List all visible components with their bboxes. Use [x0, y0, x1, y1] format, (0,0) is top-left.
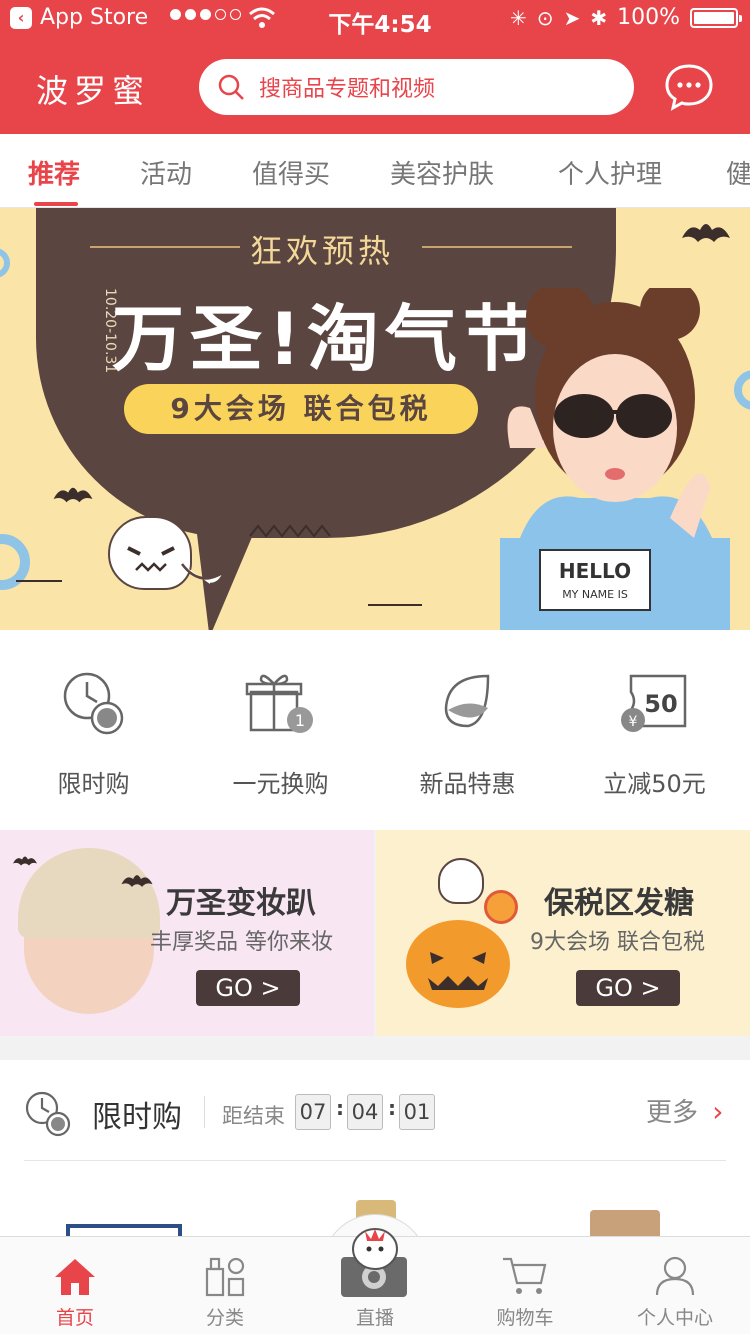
search-placeholder: 搜商品专题和视频	[259, 77, 436, 102]
tab-category[interactable]: 分类	[150, 1251, 300, 1330]
tab-live[interactable]: 直播	[300, 1228, 450, 1330]
quick-coupon[interactable]: 50 ¥ 立减50元	[561, 668, 748, 799]
more-label: 更多	[646, 1098, 699, 1128]
quick-label: 立减50元	[603, 770, 706, 798]
app-logo: 波罗蜜	[36, 72, 151, 110]
ghost-illustration	[438, 858, 484, 904]
cart-icon	[503, 1257, 547, 1294]
bat-icon	[13, 856, 37, 866]
battery-percent: 100%	[617, 5, 680, 30]
tab-health[interactable]: 健	[726, 154, 750, 191]
activity-icon: ✳	[510, 5, 527, 30]
pumpkin-illustration	[406, 920, 510, 1008]
countdown-minutes: 04	[347, 1094, 383, 1130]
tab-label: 首页	[55, 1307, 94, 1329]
clock-icon	[63, 672, 123, 735]
bat-icon	[682, 224, 730, 242]
tab-label: 个人中心	[636, 1307, 713, 1329]
halloween-banner[interactable]: 狂欢预热 10.20-10.31 万圣!淘气节 9大会场 联合包税 HELLO …	[0, 208, 750, 630]
banner-dash	[16, 580, 62, 582]
countdown-colon: :	[336, 1096, 344, 1120]
coupon-badge: 50	[644, 690, 677, 718]
svg-text:¥: ¥	[628, 714, 637, 730]
countdown-hours: 07	[295, 1094, 331, 1130]
status-bar: ‹ App Store 下午4:54 ✳ ⊙ ➤ ✱ 100%	[0, 0, 750, 40]
tab-activities[interactable]: 活动	[140, 154, 192, 191]
lollipop-illustration	[484, 890, 518, 924]
banner-subtitle: 狂欢预热	[250, 232, 395, 270]
active-tab-indicator	[34, 202, 78, 206]
ends-label: 距结束	[222, 1104, 285, 1128]
promo-card-makeup[interactable]: 万圣变妆趴 丰厚奖品 等你来妆 GO >	[0, 830, 374, 1036]
tab-recommend[interactable]: 推荐	[28, 154, 80, 191]
divider	[204, 1096, 205, 1128]
quick-label: 限时购	[57, 770, 130, 798]
tab-profile[interactable]: 个人中心	[600, 1251, 750, 1330]
banner-line-left	[90, 246, 240, 248]
bottom-tab-bar: 首页 分类 直播 购物车 个人中心	[0, 1228, 750, 1334]
leaf-icon	[444, 674, 489, 728]
quick-one-yuan[interactable]: 1 一元换购	[187, 668, 374, 799]
chevron-right-icon: ›	[712, 1095, 724, 1128]
bluetooth-icon: ✱	[590, 5, 608, 30]
category-tabs: 推荐 活动 值得买 美容护肤 个人护理 健	[0, 134, 750, 208]
coupon-icon: 50 ¥	[620, 674, 686, 732]
top-bar: ‹ App Store 下午4:54 ✳ ⊙ ➤ ✱ 100% 波罗蜜 搜商品专…	[0, 0, 750, 134]
ghost-tail	[181, 563, 227, 586]
bat-icon	[53, 487, 93, 503]
quick-flash-sale[interactable]: 限时购	[0, 668, 187, 799]
chat-icon[interactable]	[664, 62, 714, 112]
search-input[interactable]: 搜商品专题和视频	[199, 59, 634, 115]
banner-pill: 9大会场 联合包税	[124, 384, 478, 434]
quick-label: 新品特惠	[419, 770, 516, 798]
promo-subtitle: 9大会场 联合包税	[530, 930, 705, 955]
quick-entries: 限时购 1 一元换购 新品特惠 50 ¥ 立减50元	[0, 630, 750, 830]
banner-dash	[368, 604, 422, 606]
tab-label: 分类	[205, 1307, 244, 1329]
location-icon: ➤	[563, 5, 581, 30]
flash-sale-title: 限时购	[92, 1100, 182, 1135]
promo-card-candy[interactable]: 保税区发糖 9大会场 联合包税 GO >	[376, 830, 750, 1036]
bat-icon	[121, 875, 153, 887]
battery-icon	[690, 7, 742, 28]
shirt-hello-text: HELLO	[559, 559, 631, 583]
zigzag-decoration	[249, 524, 331, 538]
orientation-lock-icon: ⊙	[536, 5, 554, 30]
promo-subtitle: 丰厚奖品 等你来妆	[150, 930, 333, 955]
go-button[interactable]: GO >	[196, 970, 300, 1006]
flash-sale-section: 限时购 距结束 07 : 04 : 01 更多 ›	[0, 1060, 750, 1240]
tab-label: 直播	[355, 1307, 394, 1329]
svg-text:1: 1	[294, 711, 304, 730]
promo-title: 万圣变妆趴	[166, 886, 316, 921]
countdown-colon: :	[388, 1096, 396, 1120]
banner-title: 万圣!淘气节	[112, 297, 541, 381]
banner-line-right	[422, 246, 572, 248]
tab-home[interactable]: 首页	[0, 1251, 150, 1330]
countdown-seconds: 01	[399, 1094, 435, 1130]
category-icon	[205, 1257, 245, 1297]
more-link[interactable]: 更多 ›	[646, 1092, 723, 1129]
quick-new-arrivals[interactable]: 新品特惠	[374, 668, 561, 799]
live-icon	[341, 1228, 407, 1297]
model-photo: HELLO MY NAME IS	[500, 288, 730, 630]
clock-icon	[25, 1091, 71, 1137]
gift-icon: 1	[245, 674, 313, 733]
tab-label: 购物车	[496, 1307, 554, 1329]
section-divider	[24, 1160, 726, 1161]
tab-skincare[interactable]: 美容护肤	[390, 154, 494, 191]
tab-personal-care[interactable]: 个人护理	[558, 154, 662, 191]
circle-decoration	[0, 248, 10, 278]
promo-title: 保税区发糖	[544, 886, 694, 921]
person-icon	[655, 1256, 695, 1296]
go-button[interactable]: GO >	[576, 970, 680, 1006]
shirt-sub-text: MY NAME IS	[562, 588, 628, 601]
tab-cart[interactable]: 购物车	[450, 1251, 600, 1330]
search-icon	[218, 74, 244, 100]
quick-label: 一元换购	[232, 770, 329, 798]
home-icon	[55, 1259, 95, 1295]
tab-worth-buying[interactable]: 值得买	[252, 154, 330, 191]
